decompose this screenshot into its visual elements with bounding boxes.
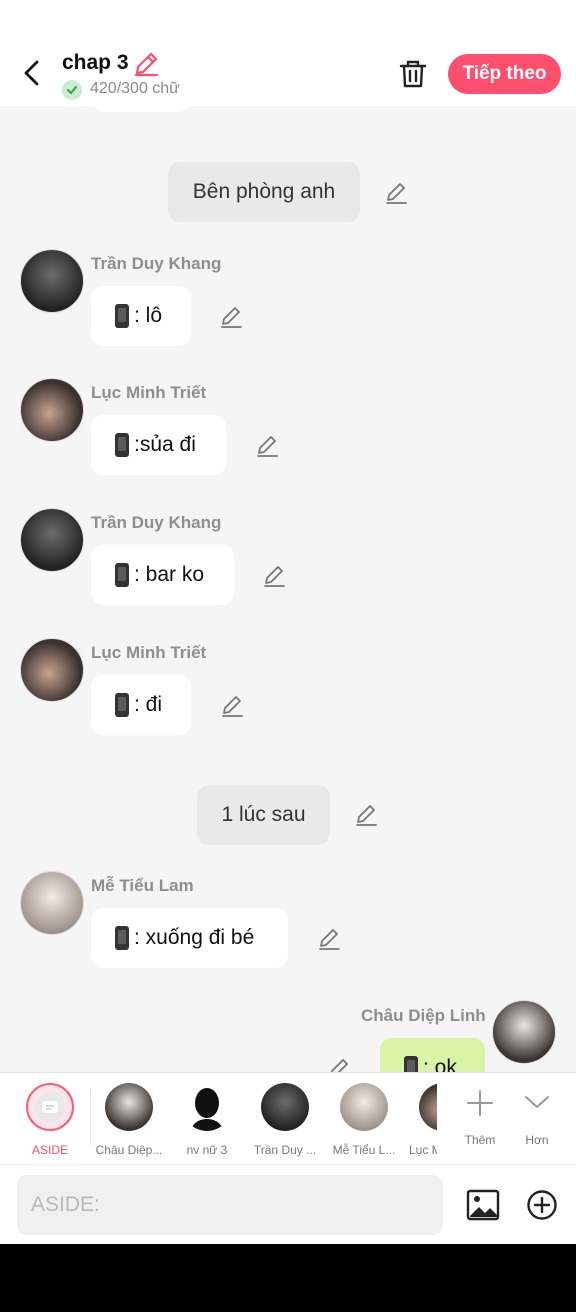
trash-icon[interactable]	[397, 58, 429, 90]
phone-icon	[115, 433, 129, 457]
message-text: :sủa đi	[134, 433, 196, 456]
message-text: : bar ko	[134, 563, 205, 586]
character-avatar	[261, 1083, 309, 1131]
narration-bubble[interactable]: Bên phòng anh	[168, 162, 360, 222]
message-text: : xuống đi bé	[134, 926, 255, 949]
plus-icon	[467, 1090, 493, 1116]
message-text: : lô	[134, 304, 163, 327]
check-icon	[62, 80, 82, 100]
chapter-title[interactable]: chap 3	[62, 51, 129, 75]
expand-label: Hơn	[525, 1133, 549, 1147]
message-bubble[interactable]: : đi	[91, 675, 191, 735]
phone-icon	[115, 693, 129, 717]
silhouette-avatar	[183, 1083, 231, 1131]
edit-pencil-icon[interactable]	[255, 434, 279, 458]
speaker-name: Trần Duy Khang	[91, 254, 222, 273]
edit-pencil-icon[interactable]	[354, 803, 378, 827]
message-bubble[interactable]: : xuống đi bé	[91, 908, 288, 968]
more-label: Thêm	[464, 1133, 496, 1147]
phone-icon	[115, 926, 129, 950]
narration-bubble[interactable]: 1 lúc sau	[197, 785, 330, 845]
character-label: Châu Diệp...	[95, 1143, 163, 1157]
character-aside[interactable]: ASIDE	[14, 1083, 86, 1157]
character-avatar	[340, 1083, 388, 1131]
edit-pencil-icon[interactable]	[317, 927, 341, 951]
avatar-chau-diep-linh[interactable]	[492, 1000, 556, 1064]
character-me-tieu-lam[interactable]: Mễ Tiểu L...	[328, 1083, 400, 1157]
character-tran-duy-khang[interactable]: Trần Duy ...	[249, 1083, 321, 1157]
edit-pencil-icon[interactable]	[384, 181, 408, 205]
avatar-luc-minh-triet[interactable]	[20, 378, 84, 442]
speaker-name: Châu Diệp Linh	[361, 1006, 486, 1025]
avatar-me-tieu-lam[interactable]	[20, 871, 84, 935]
speaker-name: Mễ Tiểu Lam	[91, 876, 194, 895]
avatar-tran-duy-khang[interactable]	[20, 508, 84, 572]
character-label: ASIDE	[31, 1143, 68, 1157]
message-bubble[interactable]: :sủa đi	[91, 415, 226, 475]
aside-avatar	[26, 1083, 74, 1131]
message-text: : đi	[134, 693, 163, 716]
message-input[interactable]	[17, 1175, 443, 1235]
edit-title-pencil-icon[interactable]	[133, 51, 159, 77]
back-arrow-icon[interactable]	[18, 58, 46, 88]
phone-icon	[115, 304, 129, 328]
character-label: Lục M	[409, 1143, 437, 1157]
narrator-icon	[35, 1092, 65, 1122]
edit-pencil-icon[interactable]	[262, 564, 286, 588]
message-bubble[interactable]: : bar ko	[91, 545, 234, 605]
character-label: Trần Duy ...	[253, 1143, 317, 1157]
message-bubble[interactable]: : lô	[91, 286, 191, 346]
navigation-bar-area	[0, 1244, 576, 1312]
character-nv-nu-3[interactable]: nv nữ 3	[171, 1083, 243, 1157]
edit-pencil-icon[interactable]	[219, 305, 243, 329]
more-characters-button[interactable]: Thêm	[450, 1083, 510, 1147]
composer	[0, 1164, 576, 1244]
character-avatar	[105, 1083, 153, 1131]
speaker-name: Trần Duy Khang	[91, 513, 222, 532]
word-count: 420/300 chữ	[90, 80, 180, 97]
divider	[90, 1089, 91, 1145]
add-circle-icon[interactable]	[526, 1189, 558, 1221]
speaker-name: Lục Minh Triết	[91, 643, 207, 662]
chat-editor-screen: chap 3 420/300 chữ Tiếp theo Bên phòng a…	[0, 0, 576, 1244]
expand-button[interactable]: Hơn	[507, 1083, 567, 1147]
image-icon[interactable]	[466, 1189, 500, 1221]
character-luc-minh-triet[interactable]: Lục M	[405, 1083, 437, 1157]
phone-icon	[115, 563, 129, 587]
character-avatar	[419, 1083, 437, 1131]
edit-pencil-icon[interactable]	[220, 694, 244, 718]
avatar-luc-minh-triet[interactable]	[20, 638, 84, 702]
chevron-down-icon	[525, 1096, 549, 1108]
character-selector: ASIDE Châu Diệp... nv nữ 3 Trần Duy ... …	[0, 1072, 576, 1164]
character-chau-diep-linh[interactable]: Châu Diệp...	[93, 1083, 165, 1157]
avatar-tran-duy-khang[interactable]	[20, 249, 84, 313]
header: chap 3 420/300 chữ Tiếp theo	[0, 0, 576, 106]
next-button[interactable]: Tiếp theo	[448, 54, 561, 94]
character-label: nv nữ 3	[186, 1143, 228, 1157]
speaker-name: Lục Minh Triết	[91, 383, 207, 402]
character-label: Mễ Tiểu L...	[332, 1143, 396, 1157]
